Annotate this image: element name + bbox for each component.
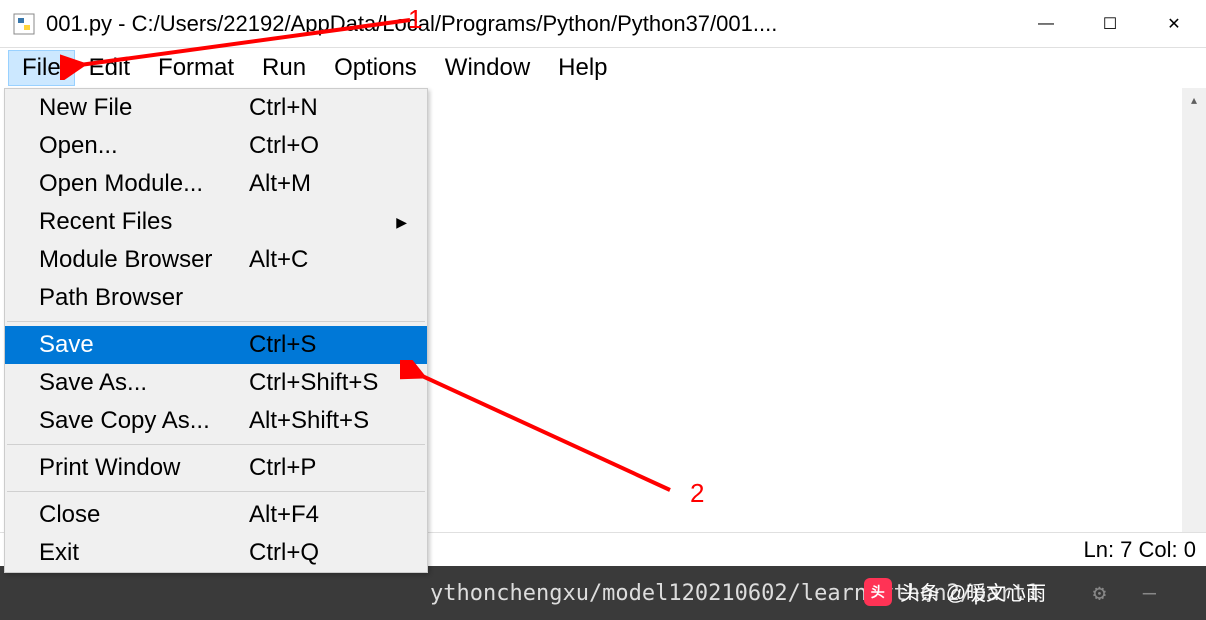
python-idle-icon <box>12 12 36 36</box>
close-button[interactable]: ✕ <box>1142 0 1206 47</box>
menu-item-shortcut: Alt+C <box>249 246 308 274</box>
gear-icon[interactable]: ⚙ <box>1093 581 1106 606</box>
menu-item-shortcut: Ctrl+N <box>249 94 318 122</box>
menu-file[interactable]: File <box>8 50 75 86</box>
menu-item-close[interactable]: Close Alt+F4 <box>5 496 427 534</box>
minimize-panel-icon[interactable]: — <box>1143 581 1156 606</box>
menu-item-label: Save Copy As... <box>39 407 249 435</box>
menu-item-label: Close <box>39 501 249 529</box>
menu-item-label: Open Module... <box>39 170 249 198</box>
menu-item-label: Module Browser <box>39 246 249 274</box>
menu-item-shortcut: Ctrl+Q <box>249 539 319 567</box>
menu-item-shortcut: Alt+Shift+S <box>249 407 369 435</box>
menu-help[interactable]: Help <box>544 50 621 86</box>
menu-item-shortcut: Ctrl+P <box>249 454 316 482</box>
vertical-scrollbar[interactable]: ▴ <box>1182 88 1206 532</box>
menu-item-shortcut: Ctrl+O <box>249 132 319 160</box>
menu-item-label: Recent Files <box>39 208 249 236</box>
menu-separator <box>7 444 425 445</box>
menubar: File Edit Format Run Options Window Help <box>0 48 1206 88</box>
menu-item-shortcut: Ctrl+Shift+S <box>249 369 378 397</box>
window-title: 001.py - C:/Users/22192/AppData/Local/Pr… <box>46 11 1014 37</box>
menu-item-label: Save <box>39 331 249 359</box>
menu-item-open[interactable]: Open... Ctrl+O <box>5 127 427 165</box>
menu-item-module-browser[interactable]: Module Browser Alt+C <box>5 241 427 279</box>
menu-item-label: Exit <box>39 539 249 567</box>
menu-item-shortcut: Ctrl+S <box>249 331 316 359</box>
titlebar: 001.py - C:/Users/22192/AppData/Local/Pr… <box>0 0 1206 48</box>
menu-item-label: Open... <box>39 132 249 160</box>
menu-item-print-window[interactable]: Print Window Ctrl+P <box>5 449 427 487</box>
menu-item-open-module[interactable]: Open Module... Alt+M <box>5 165 427 203</box>
menu-item-label: Print Window <box>39 454 249 482</box>
menu-item-label: Save As... <box>39 369 249 397</box>
menu-edit[interactable]: Edit <box>75 50 144 86</box>
cursor-position: Ln: 7 Col: 0 <box>1083 537 1196 563</box>
terminal-path: ythonchengxu/model120210602/learnpython2… <box>430 581 1039 606</box>
menu-item-label: New File <box>39 94 249 122</box>
menu-window[interactable]: Window <box>431 50 544 86</box>
menu-format[interactable]: Format <box>144 50 248 86</box>
minimize-button[interactable]: — <box>1014 0 1078 47</box>
menu-item-new-file[interactable]: New File Ctrl+N <box>5 89 427 127</box>
file-dropdown-menu: New File Ctrl+N Open... Ctrl+O Open Modu… <box>4 88 428 573</box>
menu-item-recent-files[interactable]: Recent Files ▶ <box>5 203 427 241</box>
menu-item-exit[interactable]: Exit Ctrl+Q <box>5 534 427 572</box>
window-controls: — ☐ ✕ <box>1014 0 1206 47</box>
menu-item-shortcut: Alt+M <box>249 170 311 198</box>
scroll-up-icon[interactable]: ▴ <box>1182 88 1206 112</box>
menu-item-save-copy-as[interactable]: Save Copy As... Alt+Shift+S <box>5 402 427 440</box>
menu-options[interactable]: Options <box>320 50 431 86</box>
menu-item-shortcut: Alt+F4 <box>249 501 319 529</box>
menu-separator <box>7 491 425 492</box>
menu-separator <box>7 321 425 322</box>
maximize-button[interactable]: ☐ <box>1078 0 1142 47</box>
menu-item-save[interactable]: Save Ctrl+S <box>5 326 427 364</box>
menu-run[interactable]: Run <box>248 50 320 86</box>
terminal-panel[interactable]: ythonchengxu/model120210602/learnpython2… <box>0 566 1206 620</box>
submenu-arrow-icon: ▶ <box>396 214 407 231</box>
menu-item-save-as[interactable]: Save As... Ctrl+Shift+S <box>5 364 427 402</box>
menu-item-path-browser[interactable]: Path Browser <box>5 279 427 317</box>
menu-item-label: Path Browser <box>39 284 249 312</box>
